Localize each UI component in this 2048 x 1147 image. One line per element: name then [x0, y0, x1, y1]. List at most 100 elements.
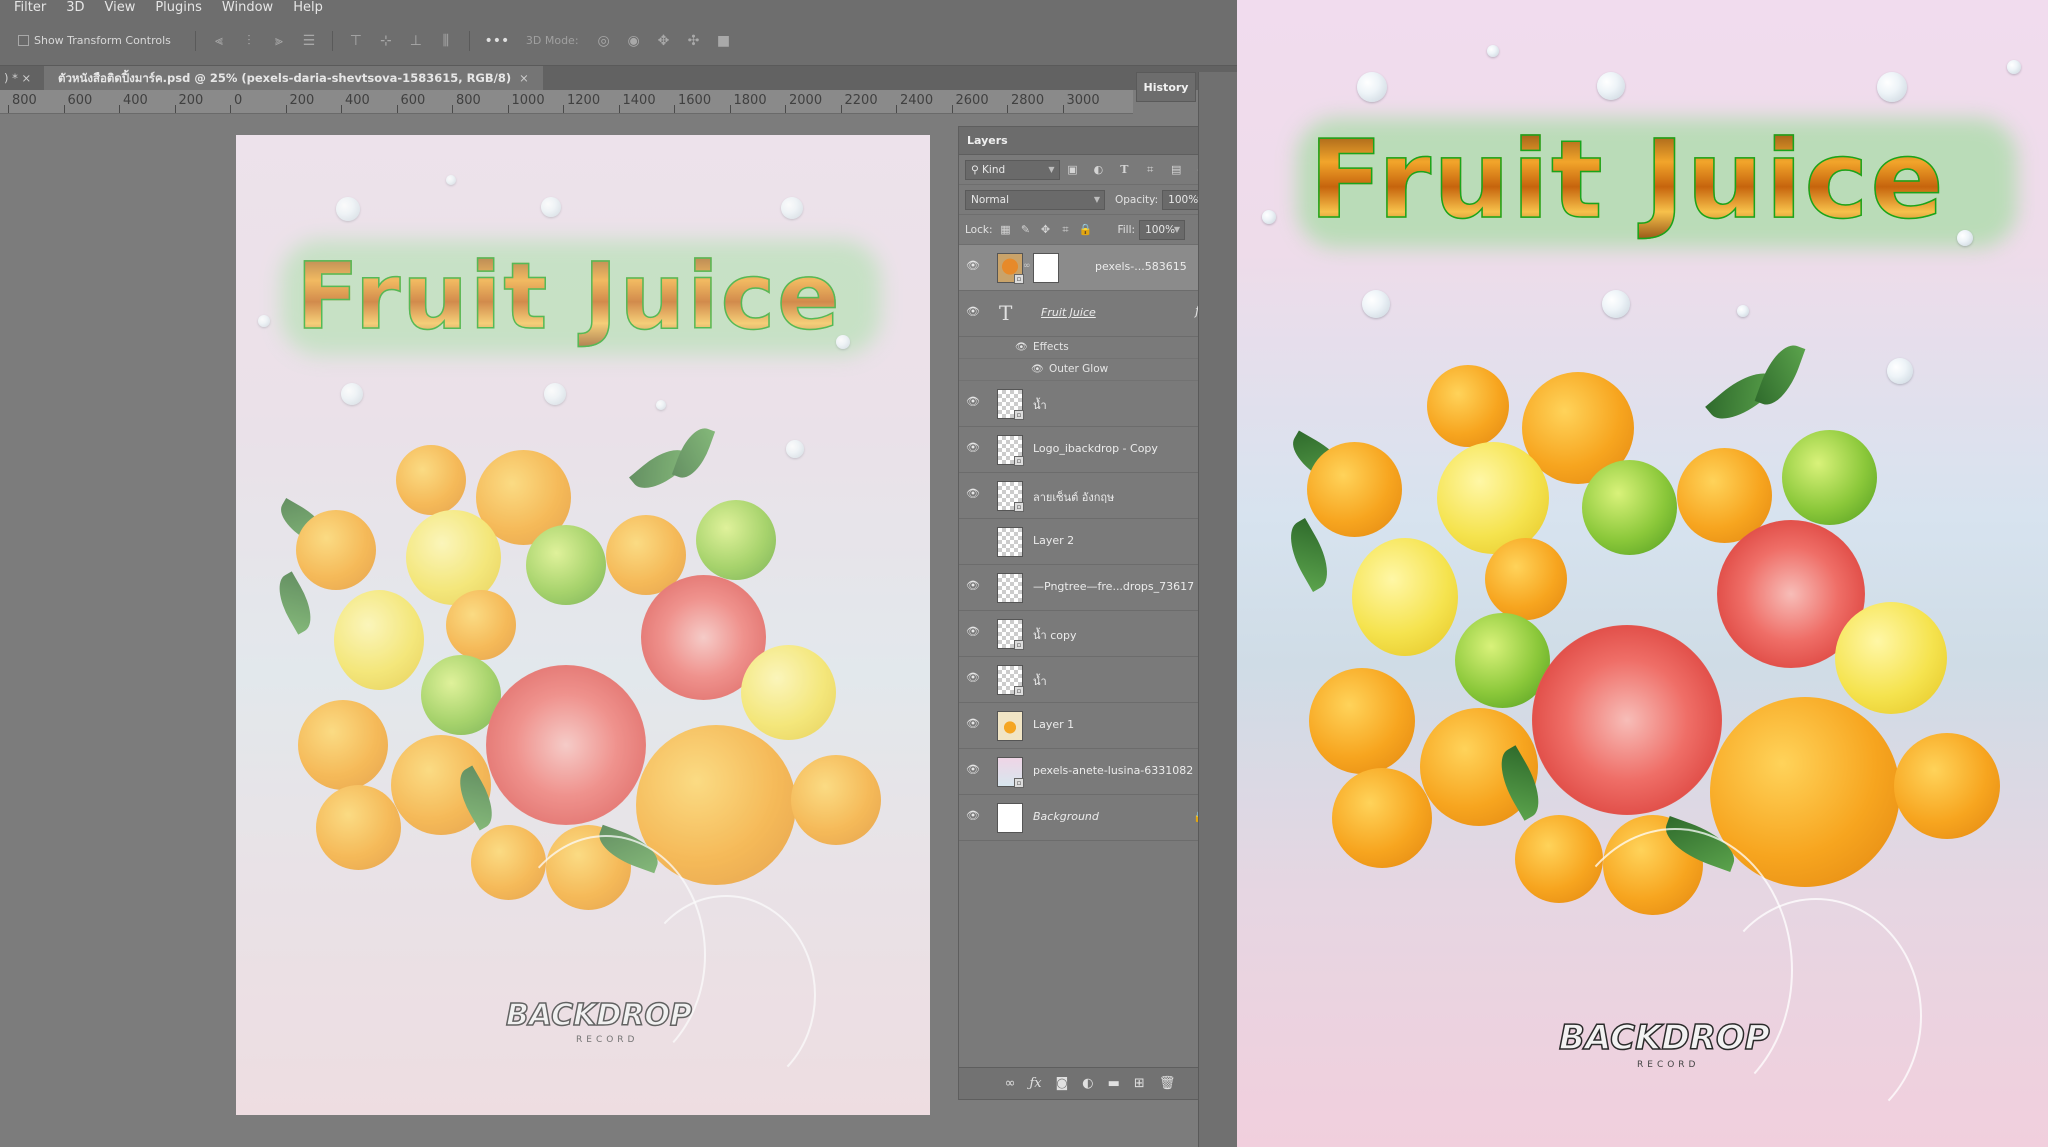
distribute-v-icon[interactable]: ⫼ — [437, 32, 455, 50]
align-middle-icon[interactable]: ⊹ — [377, 32, 395, 50]
layer-row[interactable]: 👁 Layer 2 — [959, 519, 1221, 565]
camera-3d-icon[interactable]: ■ — [715, 32, 733, 50]
document-canvas[interactable]: Fruit Juice BACKDROP RECORD — [236, 135, 930, 1115]
visibility-eye-icon[interactable]: 👁 — [965, 260, 981, 272]
tangerine — [1332, 768, 1432, 868]
visibility-eye-icon[interactable]: 👁 — [965, 764, 981, 776]
menu-plugins[interactable]: Plugins — [155, 0, 202, 16]
layer-mask-thumbnail[interactable] — [1033, 253, 1059, 283]
filter-smart-object-icon[interactable]: ▤ — [1169, 163, 1183, 177]
new-adjustment-icon[interactable]: ◐ — [1082, 1076, 1093, 1091]
ruler-label: 400 — [123, 93, 148, 108]
align-center-h-icon[interactable]: ⫶ — [240, 32, 258, 50]
layer-row[interactable]: 👁 ▫ น้ำ copy — [959, 611, 1221, 657]
visibility-eye-icon[interactable]: 👁 — [965, 718, 981, 730]
drag-3d-icon[interactable]: ✥ — [655, 32, 673, 50]
visibility-eye-icon[interactable]: 👁 — [965, 810, 981, 822]
layer-row[interactable]: 👁 T Fruit Juice fx — [959, 291, 1221, 337]
layer-row[interactable]: 👁 —Pngtree—fre...drops_73617 — [959, 565, 1221, 611]
visibility-eye-icon[interactable]: 👁 — [965, 396, 981, 408]
layer-row[interactable]: 👁 Background 🔒 — [959, 795, 1221, 841]
show-transform-label: Show Transform Controls — [34, 34, 171, 47]
slide-3d-icon[interactable]: ✣ — [685, 32, 703, 50]
visibility-eye-icon[interactable]: 👁 — [965, 442, 981, 454]
layer-row[interactable]: 👁 ▫ น้ำ — [959, 381, 1221, 427]
fill-input[interactable]: 100% ▼ — [1139, 219, 1186, 240]
distribute-h-icon[interactable]: ☰ — [300, 32, 318, 50]
link-layers-icon[interactable]: ∞ — [1005, 1076, 1016, 1091]
show-transform-checkbox[interactable] — [18, 35, 29, 46]
lock-paint-icon[interactable]: ✎ — [1018, 223, 1032, 237]
filter-pixel-icon[interactable]: ▣ — [1066, 163, 1080, 177]
ruler-label: 400 — [345, 93, 370, 108]
water-drop — [1597, 72, 1625, 100]
add-style-icon[interactable]: ƒx — [1030, 1076, 1042, 1091]
filter-adjustment-icon[interactable]: ◐ — [1091, 163, 1105, 177]
blend-mode-select[interactable]: Normal ▼ — [965, 189, 1105, 210]
visibility-eye-icon[interactable]: 👁 — [965, 534, 981, 546]
ruler-tick — [1007, 105, 1008, 113]
roll-3d-icon[interactable]: ◉ — [625, 32, 643, 50]
3d-mode-label: 3D Mode: — [525, 34, 579, 47]
water-drop — [1887, 358, 1913, 384]
layer-row[interactable]: 👁 ▫ ลายเซ็นต์ อังกฤษ — [959, 473, 1221, 519]
divider — [331, 30, 333, 51]
history-panel-tab[interactable]: History — [1136, 72, 1196, 102]
filter-shape-icon[interactable]: ⌗ — [1143, 163, 1157, 177]
tab-active-document[interactable]: ตัวหนังสือติดปิ้งมาร์ค.psd @ 25% (pexels… — [44, 66, 543, 90]
chevron-down-icon: ▼ — [1093, 194, 1100, 204]
visibility-eye-icon[interactable]: 👁 — [965, 488, 981, 500]
layers-panel-tab[interactable]: Layers ≡ — [959, 127, 1221, 155]
visibility-eye-icon[interactable]: 👁 — [965, 672, 981, 684]
ruler-tick — [119, 105, 120, 113]
menu-help[interactable]: Help — [293, 0, 323, 16]
layer-row[interactable]: 👁 ▫ Logo_ibackdrop - Copy — [959, 427, 1221, 473]
align-top-icon[interactable]: ⊤ — [347, 32, 365, 50]
divider — [194, 30, 196, 51]
menu-window[interactable]: Window — [222, 0, 273, 16]
ruler-label: 2200 — [844, 93, 878, 108]
add-mask-icon[interactable]: ◙ — [1056, 1076, 1069, 1091]
visibility-eye-icon[interactable]: 👁 — [965, 580, 981, 592]
filter-type-icon[interactable]: T — [1117, 163, 1131, 177]
effects-visibility-eye-icon[interactable]: 👁 — [1015, 342, 1028, 353]
smart-object-badge-icon: ▫ — [1014, 410, 1024, 420]
new-layer-icon[interactable]: ⊞ — [1134, 1076, 1145, 1091]
lock-position-icon[interactable]: ✥ — [1038, 223, 1052, 237]
menu-filter[interactable]: Filter — [14, 0, 46, 16]
lock-transparent-icon[interactable]: ▦ — [998, 223, 1012, 237]
orbit-3d-icon[interactable]: ◎ — [595, 32, 613, 50]
align-bottom-icon[interactable]: ⊥ — [407, 32, 425, 50]
layer-name: Fruit Juice — [1041, 306, 1096, 319]
layer-filter-kind[interactable]: ⚲ Kind ▼ — [965, 159, 1060, 180]
layer-row[interactable]: 👁 Layer 1 — [959, 703, 1221, 749]
align-right-icon[interactable]: ⫸ — [270, 32, 288, 50]
smart-object-badge-icon: ▫ — [1014, 640, 1024, 650]
layer-row[interactable]: 👁 ▫ น้ำ — [959, 657, 1221, 703]
mask-link-icon[interactable]: ∞ — [1023, 261, 1031, 271]
effects-row[interactable]: 👁 Effects — [959, 337, 1221, 359]
lemon-half — [741, 645, 836, 740]
tab-close-icon[interactable]: × — [519, 71, 529, 85]
lock-artboard-icon[interactable]: ⌗ — [1058, 223, 1072, 237]
horizontal-ruler[interactable]: 800 600 400 200 0 200 400 600 800 1000 1200 1400 160… — [0, 90, 1133, 114]
visibility-eye-icon[interactable]: 👁 — [965, 306, 981, 318]
visibility-eye-icon[interactable]: 👁 — [965, 626, 981, 638]
layer-name: Layer 1 — [1033, 718, 1075, 731]
outer-glow-row[interactable]: 👁 Outer Glow — [959, 359, 1221, 381]
outer-glow-visibility-eye-icon[interactable]: 👁 — [1031, 364, 1044, 375]
ruler-tick — [396, 105, 398, 113]
menu-view[interactable]: View — [104, 0, 135, 16]
water-drop — [656, 400, 666, 410]
align-left-icon[interactable]: ⫷ — [210, 32, 228, 50]
lemon — [1437, 442, 1549, 554]
trash-icon[interactable]: 🗑 — [1159, 1076, 1176, 1091]
more-options-icon[interactable]: ••• — [484, 32, 510, 50]
ruler-label: 3000 — [1066, 93, 1100, 108]
tab-previous-document[interactable]: ) * × — [0, 66, 44, 90]
layer-row[interactable]: 👁 ▫ pexels-anete-lusina-6331082 — [959, 749, 1221, 795]
menu-3d[interactable]: 3D — [66, 0, 84, 16]
lock-all-icon[interactable]: 🔒 — [1078, 223, 1093, 237]
new-group-icon[interactable]: ▬ — [1108, 1076, 1120, 1091]
layer-row[interactable]: 👁 ▫ ∞ pexels-...583615 — [959, 245, 1221, 291]
